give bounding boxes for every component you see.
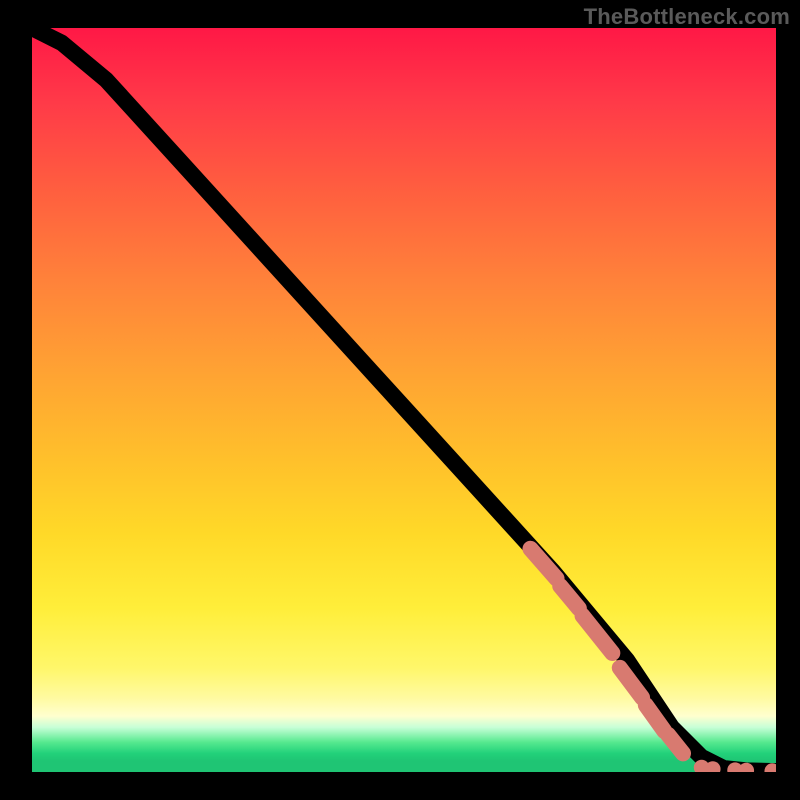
chart-frame: TheBottleneck.com [0, 0, 800, 800]
chart-svg [32, 28, 776, 772]
main-curve [32, 28, 776, 771]
watermark-text: TheBottleneck.com [584, 4, 790, 30]
plot-area [32, 28, 776, 772]
marker-group [530, 549, 776, 772]
marker-sausage [530, 549, 556, 579]
